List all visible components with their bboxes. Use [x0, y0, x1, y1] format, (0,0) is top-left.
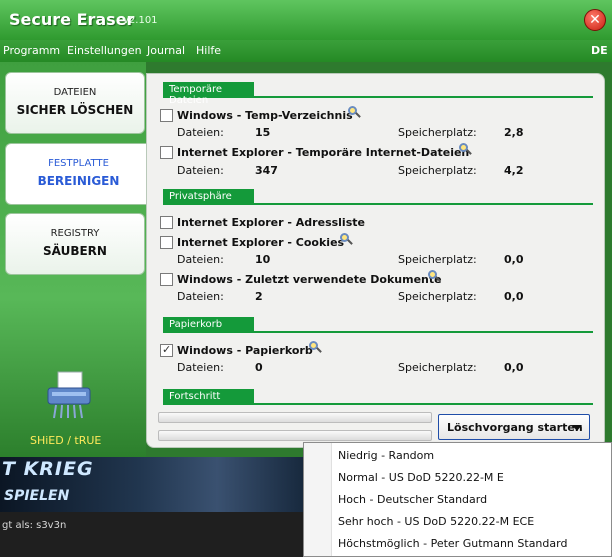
status-bar: gt als: s3v3n — [0, 512, 310, 557]
language-indicator[interactable]: DE — [591, 44, 608, 57]
storage-value: 4,2 — [504, 164, 524, 177]
menu-item-high[interactable]: Hoch - Deutscher Standard — [338, 493, 487, 506]
storage-label: Speicherplatz: — [398, 253, 477, 266]
item-label-ie-address-list: Internet Explorer - Adressliste — [177, 216, 365, 229]
menu-journal[interactable]: Journal — [147, 44, 185, 57]
banner-text-1: T KRIEG — [2, 458, 94, 480]
brand-label: SHiED / tRUE — [30, 434, 102, 447]
section-progress: Fortschritt — [163, 389, 254, 405]
files-count: 347 — [255, 164, 278, 177]
files-label: Dateien: — [177, 126, 224, 139]
menu-einstellungen[interactable]: Einstellungen — [67, 44, 142, 57]
files-label: Dateien: — [177, 164, 224, 177]
menu-item-low[interactable]: Niedrig - Random — [338, 449, 434, 462]
section-privacy: Privatsphäre — [163, 189, 254, 205]
magnifier-icon[interactable] — [348, 106, 361, 118]
checkbox-recycle-bin[interactable] — [160, 343, 173, 357]
files-count: 0 — [255, 361, 263, 374]
status-text: gt als: s3v3n — [2, 520, 67, 531]
nav-registry-saeubern[interactable]: REGISTRY SÄUBERN — [5, 213, 145, 275]
app-title: Secure Eraser — [9, 10, 135, 29]
files-count: 10 — [255, 253, 271, 266]
ad-banner[interactable]: T KRIEG SPIELEN — [0, 457, 310, 512]
item-label-temp-dir: Windows - Temp-Verzeichnis — [177, 109, 353, 122]
checkbox-recent-documents[interactable] — [160, 273, 173, 286]
section-recycle-bin: Papierkorb — [163, 317, 254, 333]
menu-item-highest[interactable]: Höchstmöglich - Peter Gutmann Standard — [338, 537, 567, 550]
item-label-ie-temp-files: Internet Explorer - Temporäre Internet-D… — [177, 146, 470, 159]
nav-dateien-sicher-loeschen[interactable]: DATEIEN SICHER LÖSCHEN — [5, 72, 145, 134]
app-version: v2.101 — [123, 15, 158, 26]
item-label-recycle-bin: Windows - Papierkorb — [177, 344, 313, 357]
magnifier-icon[interactable] — [309, 341, 322, 353]
nav-label-1: FESTPLATTE — [48, 158, 109, 169]
files-count: 15 — [255, 126, 271, 139]
dropdown-arrow-icon — [572, 425, 582, 431]
files-label: Dateien: — [177, 361, 224, 374]
storage-value: 2,8 — [504, 126, 524, 139]
magnifier-icon[interactable] — [459, 143, 472, 155]
start-erase-label: Löschvorgang starten — [447, 421, 583, 434]
close-icon[interactable]: ✕ — [584, 9, 606, 31]
magnifier-icon[interactable] — [340, 233, 353, 245]
banner-text-2: SPIELEN — [4, 488, 70, 504]
erase-level-menu: Niedrig - Random Normal - US DoD 5220.22… — [303, 442, 612, 557]
progress-bar-item — [158, 412, 432, 423]
menu-item-normal[interactable]: Normal - US DoD 5220.22-M E — [338, 471, 504, 484]
storage-label: Speicherplatz: — [398, 164, 477, 177]
storage-label: Speicherplatz: — [398, 361, 477, 374]
nav-label-2: SICHER LÖSCHEN — [16, 103, 134, 117]
section-temp-files: Temporäre Dateien — [163, 82, 254, 106]
progress-bar-total — [158, 430, 432, 441]
title-bar: Secure Eraser v2.101 ✕ — [0, 0, 612, 40]
item-label-recent-documents: Windows - Zuletzt verwendete Dokumente — [177, 273, 442, 286]
nav-festplatte-bereinigen[interactable]: FESTPLATTE BEREINIGEN — [5, 143, 151, 205]
storage-value: 0,0 — [504, 290, 524, 303]
files-label: Dateien: — [177, 290, 224, 303]
checkbox-temp-dir[interactable] — [160, 109, 173, 122]
menu-gutter — [304, 443, 332, 556]
files-label: Dateien: — [177, 253, 224, 266]
storage-value: 0,0 — [504, 361, 524, 374]
menu-programm[interactable]: Programm — [3, 44, 60, 57]
nav-label-2: SÄUBERN — [43, 244, 107, 258]
checkbox-ie-temp-files[interactable] — [160, 146, 173, 159]
start-erase-button[interactable]: Löschvorgang starten — [438, 414, 590, 440]
item-label-ie-cookies: Internet Explorer - Cookies — [177, 236, 345, 249]
storage-value: 0,0 — [504, 253, 524, 266]
nav-label-2: BEREINIGEN — [37, 174, 120, 188]
menu-bar: Programm Einstellungen Journal Hilfe DE — [0, 40, 612, 62]
nav-label-1: DATEIEN — [53, 87, 97, 98]
magnifier-icon[interactable] — [428, 270, 441, 282]
shredder-icon — [47, 371, 91, 419]
files-count: 2 — [255, 290, 263, 303]
checkbox-ie-address-list[interactable] — [160, 216, 173, 229]
menu-hilfe[interactable]: Hilfe — [196, 44, 221, 57]
nav-label-1: REGISTRY — [50, 228, 100, 239]
storage-label: Speicherplatz: — [398, 290, 477, 303]
storage-label: Speicherplatz: — [398, 126, 477, 139]
checkbox-ie-cookies[interactable] — [160, 236, 173, 249]
menu-item-very-high[interactable]: Sehr hoch - US DoD 5220.22-M ECE — [338, 515, 534, 528]
